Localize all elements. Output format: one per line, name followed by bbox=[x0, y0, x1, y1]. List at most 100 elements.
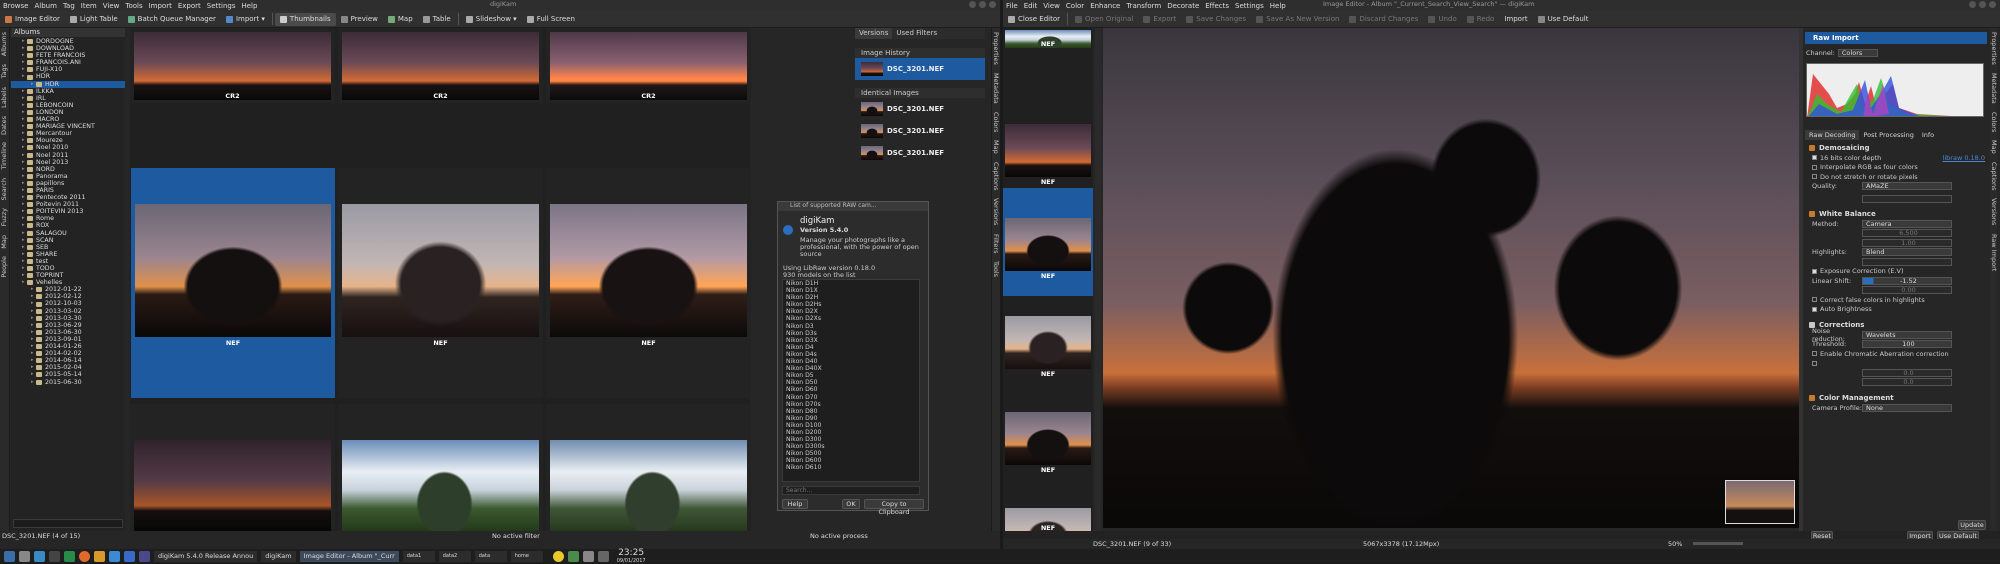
task-digikam[interactable]: digiKam bbox=[261, 550, 296, 562]
highlights-select[interactable]: Blend bbox=[1862, 248, 1952, 257]
album-item[interactable]: ▸ 2014-02-02 bbox=[11, 350, 125, 357]
version-item[interactable]: DSC_3201.NEF bbox=[855, 142, 985, 164]
film-cell-selected[interactable]: NEF bbox=[1003, 188, 1093, 296]
editor-menu-decorate[interactable]: Decorate bbox=[1164, 2, 1202, 10]
editor-menu-edit[interactable]: Edit bbox=[1021, 2, 1041, 10]
album-item[interactable]: ▸ Vehelles bbox=[11, 279, 125, 286]
ca-red-spinbox[interactable]: 0.0 bbox=[1862, 368, 1952, 377]
right-tab-map[interactable]: Map bbox=[992, 136, 1000, 158]
album-item[interactable]: ▸ SCAN bbox=[11, 237, 125, 244]
import-button[interactable]: Import ▾ bbox=[221, 13, 270, 26]
camera-model-item[interactable]: Nikon D70s bbox=[783, 401, 919, 408]
editor-menu-settings[interactable]: Settings bbox=[1232, 2, 1267, 10]
tab-post-processing[interactable]: Post Processing bbox=[1859, 130, 1917, 140]
export-button[interactable]: Export bbox=[1138, 13, 1181, 26]
undo-button[interactable]: Undo bbox=[1423, 13, 1461, 26]
ca-checkbox[interactable]: Enable Chromatic Aberration correction bbox=[1803, 349, 1989, 359]
album-item[interactable]: ▸ SEB bbox=[11, 244, 125, 251]
volume-icon[interactable] bbox=[582, 550, 594, 562]
interpolate-checkbox[interactable]: Interpolate RGB as four colors bbox=[1803, 163, 1989, 173]
vlc-icon[interactable] bbox=[94, 550, 105, 562]
camera-model-item[interactable]: Nikon D2H bbox=[783, 294, 919, 301]
open-original-button[interactable]: Open Original bbox=[1070, 13, 1138, 26]
terminal-icon[interactable] bbox=[19, 550, 30, 562]
album-item[interactable]: ▸ 2012-02-12 bbox=[11, 293, 125, 300]
camera-model-item[interactable]: Nikon D1X bbox=[783, 287, 919, 294]
libraw-link[interactable]: libraw 0.18.0 bbox=[1943, 154, 1985, 162]
album-item[interactable]: ▸ MACRO bbox=[11, 116, 125, 123]
demosaicing-section[interactable]: Demosaicing bbox=[1803, 143, 1989, 153]
console-icon[interactable] bbox=[49, 550, 60, 562]
editor-menu-effects[interactable]: Effects bbox=[1202, 2, 1232, 10]
menu-item[interactable]: Item bbox=[78, 2, 100, 10]
right-tab-versions[interactable]: Versions bbox=[992, 194, 1000, 229]
editor-menu-color[interactable]: Color bbox=[1063, 2, 1087, 10]
album-item[interactable]: ▸ SHARE bbox=[11, 251, 125, 258]
thumbnails-button[interactable]: Thumbnails bbox=[274, 12, 336, 26]
album-item[interactable]: ▸ Noel 2010 bbox=[11, 144, 125, 151]
task-image-editor[interactable]: Image Editor - Album "_Curr bbox=[299, 550, 399, 562]
film-cell[interactable]: NEF bbox=[1003, 290, 1093, 385]
threshold-spinbox[interactable]: 100 bbox=[1862, 340, 1952, 349]
battery-icon[interactable] bbox=[597, 550, 609, 562]
album-item[interactable]: ▸ DOWNLOAD bbox=[11, 45, 125, 52]
album-item[interactable]: ▸ Pentecote 2011 bbox=[11, 194, 125, 201]
sidebar-tab-timeline[interactable]: Timeline bbox=[0, 138, 8, 174]
model-search-input[interactable]: Search... bbox=[782, 486, 920, 495]
right-tab-properties[interactable]: Properties bbox=[992, 28, 1000, 69]
temperature-spinbox[interactable]: 6.500 bbox=[1862, 229, 1952, 238]
editor-image-canvas[interactable] bbox=[1103, 28, 1799, 528]
camera-model-item[interactable]: Nikon D70 bbox=[783, 394, 919, 401]
task-digikam-release[interactable]: digiKam 5.4.0 Release Annou bbox=[154, 550, 258, 562]
camera-model-item[interactable]: Nikon D40 bbox=[783, 358, 919, 365]
highlight-shift-spinbox[interactable]: 0.00 bbox=[1862, 286, 1952, 295]
copy-to-clipboard-button[interactable]: Copy to Clipboard bbox=[864, 499, 924, 516]
album-item[interactable]: ▸ HDR bbox=[11, 80, 125, 88]
film-cell[interactable]: NEF bbox=[1003, 90, 1093, 186]
window-controls[interactable] bbox=[969, 1, 996, 8]
thumbnail-cell-selected[interactable]: NEF bbox=[131, 168, 335, 398]
camera-model-item[interactable]: Nikon D3s bbox=[783, 330, 919, 337]
album-item[interactable]: ▸ 2012-01-22 bbox=[11, 286, 125, 293]
right-tab-metadata[interactable]: Metadata bbox=[992, 69, 1000, 108]
linear-shift-spinbox[interactable]: -1.52 bbox=[1862, 276, 1952, 285]
green-spinbox[interactable]: 1.00 bbox=[1862, 238, 1952, 247]
tab-info[interactable]: Info bbox=[1918, 130, 1938, 140]
thumbnail-cell[interactable] bbox=[546, 404, 751, 531]
camera-model-item[interactable]: Nikon D5 bbox=[783, 372, 919, 379]
album-item[interactable]: ▸ 2013-03-30 bbox=[11, 315, 125, 322]
sidebar-tab-map[interactable]: Map bbox=[0, 231, 8, 253]
sidebar-tab-tags[interactable]: Tags bbox=[0, 60, 8, 82]
camera-model-item[interactable]: Nikon D600 bbox=[783, 457, 919, 464]
album-item[interactable]: ▸ FRANCOIS.ANI bbox=[11, 59, 125, 66]
album-item[interactable]: ▸ FETE FRANCOIS bbox=[11, 52, 125, 59]
quality-select[interactable]: AMaZE bbox=[1862, 182, 1952, 191]
editor-use-default-button[interactable]: Use Default bbox=[1533, 13, 1594, 26]
editor-tab-raw-import[interactable]: Raw Import bbox=[1990, 230, 1998, 275]
right-tab-filters[interactable]: Filters bbox=[992, 230, 1000, 257]
right-tab-captions[interactable]: Captions bbox=[992, 158, 1000, 195]
spreadsheet-icon[interactable] bbox=[64, 550, 75, 562]
update-button[interactable]: Update bbox=[1958, 520, 1986, 530]
editor-tab-map[interactable]: Map bbox=[1990, 136, 1998, 158]
save-as-new-version-button[interactable]: Save As New Version bbox=[1251, 13, 1344, 26]
album-item[interactable]: ▸ Mercantour bbox=[11, 130, 125, 137]
editor-tab-colors[interactable]: Colors bbox=[1990, 108, 1998, 136]
album-item[interactable]: ▸ TOPRINT bbox=[11, 272, 125, 279]
highlights-spinbox[interactable] bbox=[1862, 257, 1952, 266]
camera-model-item[interactable]: Nikon D1H bbox=[783, 280, 919, 287]
camera-model-item[interactable]: Nikon D2Hs bbox=[783, 301, 919, 308]
editor-tab-properties[interactable]: Properties bbox=[1990, 28, 1998, 69]
close-editor-button[interactable]: Close Editor bbox=[1003, 13, 1065, 26]
batch-queue-button[interactable]: Batch Queue Manager bbox=[123, 13, 221, 26]
camera-model-item[interactable]: Nikon D40X bbox=[783, 365, 919, 372]
camera-models-list[interactable]: Nikon D1H Nikon D1X Nikon D2H Nikon D2Hs Nik… bbox=[782, 279, 920, 482]
redo-button[interactable]: Redo bbox=[1462, 13, 1500, 26]
auto-brightness-checkbox[interactable]: Auto Brightness bbox=[1803, 305, 1989, 315]
editor-tab-versions[interactable]: Versions bbox=[1990, 194, 1998, 229]
film-cell[interactable]: NEF bbox=[1003, 478, 1093, 549]
no-stretch-checkbox[interactable]: Do not stretch or rotate pixels bbox=[1803, 172, 1989, 182]
quality-spinbox[interactable] bbox=[1862, 195, 1952, 203]
writer-icon[interactable] bbox=[124, 550, 135, 562]
album-item[interactable]: ▸ LONDON bbox=[11, 109, 125, 116]
